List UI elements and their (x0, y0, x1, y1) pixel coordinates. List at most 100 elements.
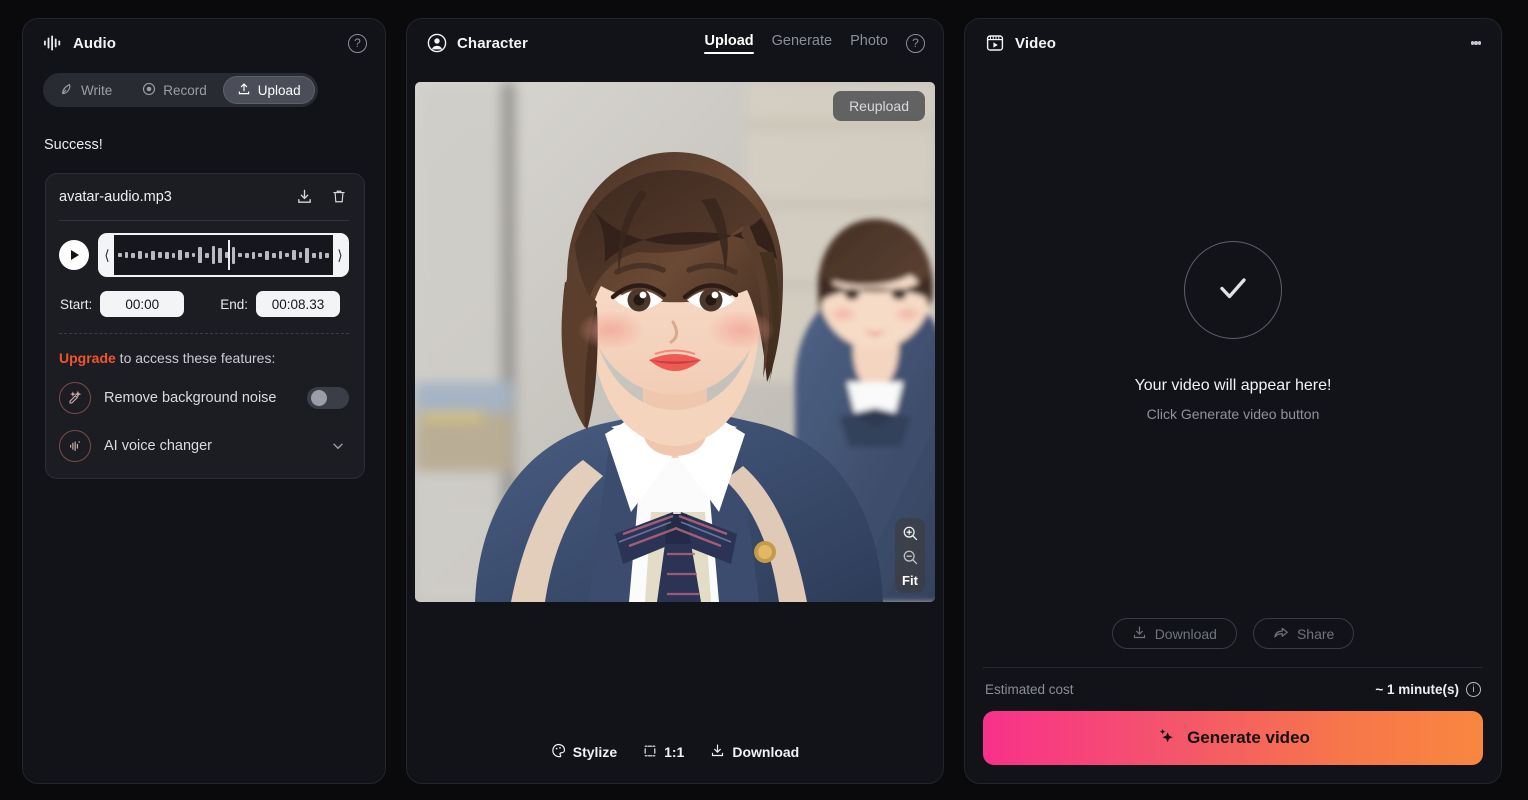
video-panel-title: Video (1015, 34, 1057, 52)
aspect-ratio-label: 1:1 (664, 744, 685, 760)
noise-remove-icon (59, 382, 91, 414)
character-panel: Character Upload Generate Photo ? Reuplo… (406, 18, 944, 784)
zoom-fit-label[interactable]: Fit (902, 573, 918, 588)
trim-end-handle[interactable]: ⟩ (333, 247, 347, 264)
card-divider (59, 220, 349, 221)
start-time-input[interactable]: 00:00 (100, 291, 185, 317)
tab-character-photo[interactable]: Photo (850, 33, 888, 54)
play-icon (71, 250, 79, 260)
audio-mode-segmented-control: Write Record Upload (43, 73, 318, 107)
estimated-cost-value: ~ 1 minute(s) (1375, 682, 1459, 697)
character-download-label: Download (732, 744, 800, 760)
waveform-icon (43, 34, 63, 52)
waveform-bars (118, 241, 329, 269)
character-image-stage[interactable]: Reupload Fit (415, 82, 935, 602)
video-share-button[interactable]: Share (1252, 618, 1355, 649)
video-panel: Video Your video will appear here! Click… (964, 18, 1502, 784)
start-time-label: Start: (60, 296, 93, 312)
video-placeholder: Your video will appear here! Click Gener… (965, 67, 1501, 618)
stylize-button[interactable]: Stylize (551, 743, 617, 761)
upgrade-link[interactable]: Upgrade (59, 350, 116, 366)
audio-file-header: avatar-audio.mp3 (59, 188, 349, 205)
feature-label-noise: Remove background noise (104, 390, 277, 406)
upgrade-prompt: Upgrade to access these features: (59, 350, 349, 366)
tab-upload-label: Upload (257, 82, 301, 98)
waveform-display[interactable] (114, 235, 333, 275)
end-time-input[interactable]: 00:08.33 (256, 291, 341, 317)
tab-record-label: Record (163, 82, 207, 98)
feature-remove-background-noise[interactable]: Remove background noise (59, 382, 349, 414)
tab-character-upload[interactable]: Upload (704, 33, 754, 54)
video-placeholder-subtext: Click Generate video button (1146, 406, 1320, 422)
download-icon (710, 743, 725, 761)
zoom-out-icon[interactable] (902, 549, 919, 566)
aspect-ratio-button[interactable]: 1:1 (643, 744, 684, 761)
record-dot-icon (142, 82, 156, 99)
character-panel-header: Character Upload Generate Photo ? (407, 19, 943, 67)
tab-character-generate[interactable]: Generate (772, 33, 832, 54)
character-tabs: Upload Generate Photo ? (704, 33, 925, 54)
help-circle-icon[interactable]: ? (906, 33, 925, 53)
feather-pen-icon (60, 82, 74, 99)
user-avatar-icon (427, 33, 447, 53)
generate-video-button[interactable]: Generate video (983, 711, 1483, 765)
noise-toggle-switch[interactable] (307, 387, 349, 409)
share-arrow-icon (1273, 625, 1289, 643)
character-panel-title: Character (457, 34, 528, 52)
end-time-label: End: (220, 296, 249, 312)
audio-file-actions (296, 188, 347, 205)
video-placeholder-headline: Your video will appear here! (1134, 377, 1332, 394)
play-button[interactable] (59, 240, 89, 270)
upgrade-divider (59, 333, 349, 334)
reupload-button[interactable]: Reupload (833, 91, 925, 121)
audio-trimmer[interactable]: ⟨ ⟩ (98, 233, 349, 277)
trim-start-handle[interactable]: ⟨ (100, 247, 114, 264)
voice-wave-icon (59, 430, 91, 462)
info-circle-icon[interactable]: i (1466, 682, 1481, 697)
stylize-label: Stylize (572, 744, 618, 760)
video-download-button[interactable]: Download (1111, 618, 1237, 649)
download-icon (1132, 625, 1147, 643)
audio-player-row: ⟨ ⟩ (59, 233, 349, 277)
audio-panel: Audio ? Write Record Upload Success! ava… (22, 18, 386, 784)
audio-panel-header: Audio ? (23, 19, 385, 67)
app-root: Audio ? Write Record Upload Success! ava… (0, 0, 1528, 800)
tab-write-label: Write (81, 82, 113, 98)
help-circle-icon[interactable]: ? (348, 33, 367, 53)
audio-file-name: avatar-audio.mp3 (59, 188, 172, 205)
playhead-indicator[interactable] (227, 240, 230, 270)
video-share-label: Share (1296, 625, 1335, 642)
video-actions-row: Download Share (965, 618, 1501, 667)
tab-write[interactable]: Write (46, 76, 126, 104)
upload-arrow-icon (237, 82, 251, 99)
status-check-circle (1184, 241, 1282, 339)
tab-upload[interactable]: Upload (222, 76, 315, 104)
upgrade-text: to access these features: (115, 350, 276, 366)
feature-ai-voice-changer[interactable]: AI voice changer (59, 430, 349, 462)
estimated-cost-label: Estimated cost (985, 682, 1074, 697)
kebab-menu-icon[interactable] (1469, 37, 1484, 49)
audio-file-card: avatar-audio.mp3 ⟨ ⟩ Start: 00:00 End: 0… (45, 173, 365, 479)
image-zoom-controls: Fit (895, 518, 925, 593)
toggle-knob (311, 390, 327, 406)
palette-icon (551, 743, 566, 761)
video-clip-icon (985, 33, 1005, 53)
upload-status-message: Success! (44, 137, 103, 153)
trim-time-row: Start: 00:00 End: 00:08.33 (59, 291, 349, 317)
crop-icon (643, 744, 657, 761)
zoom-in-icon[interactable] (902, 525, 919, 542)
audio-panel-title: Audio (73, 34, 116, 52)
sparkle-icon (1156, 726, 1176, 751)
estimated-cost-value-group: ~ 1 minute(s) i (1375, 682, 1481, 697)
chevron-down-icon[interactable] (330, 438, 349, 454)
check-icon (1211, 266, 1255, 315)
tab-record[interactable]: Record (128, 76, 221, 104)
estimated-cost-row: Estimated cost ~ 1 minute(s) i (965, 668, 1501, 697)
download-icon[interactable] (296, 188, 313, 205)
character-image (415, 82, 935, 602)
trash-icon[interactable] (331, 188, 347, 205)
feature-label-voice: AI voice changer (104, 438, 213, 454)
character-download-button[interactable]: Download (710, 743, 799, 761)
video-panel-header: Video (965, 19, 1501, 67)
video-download-label: Download (1154, 625, 1217, 642)
